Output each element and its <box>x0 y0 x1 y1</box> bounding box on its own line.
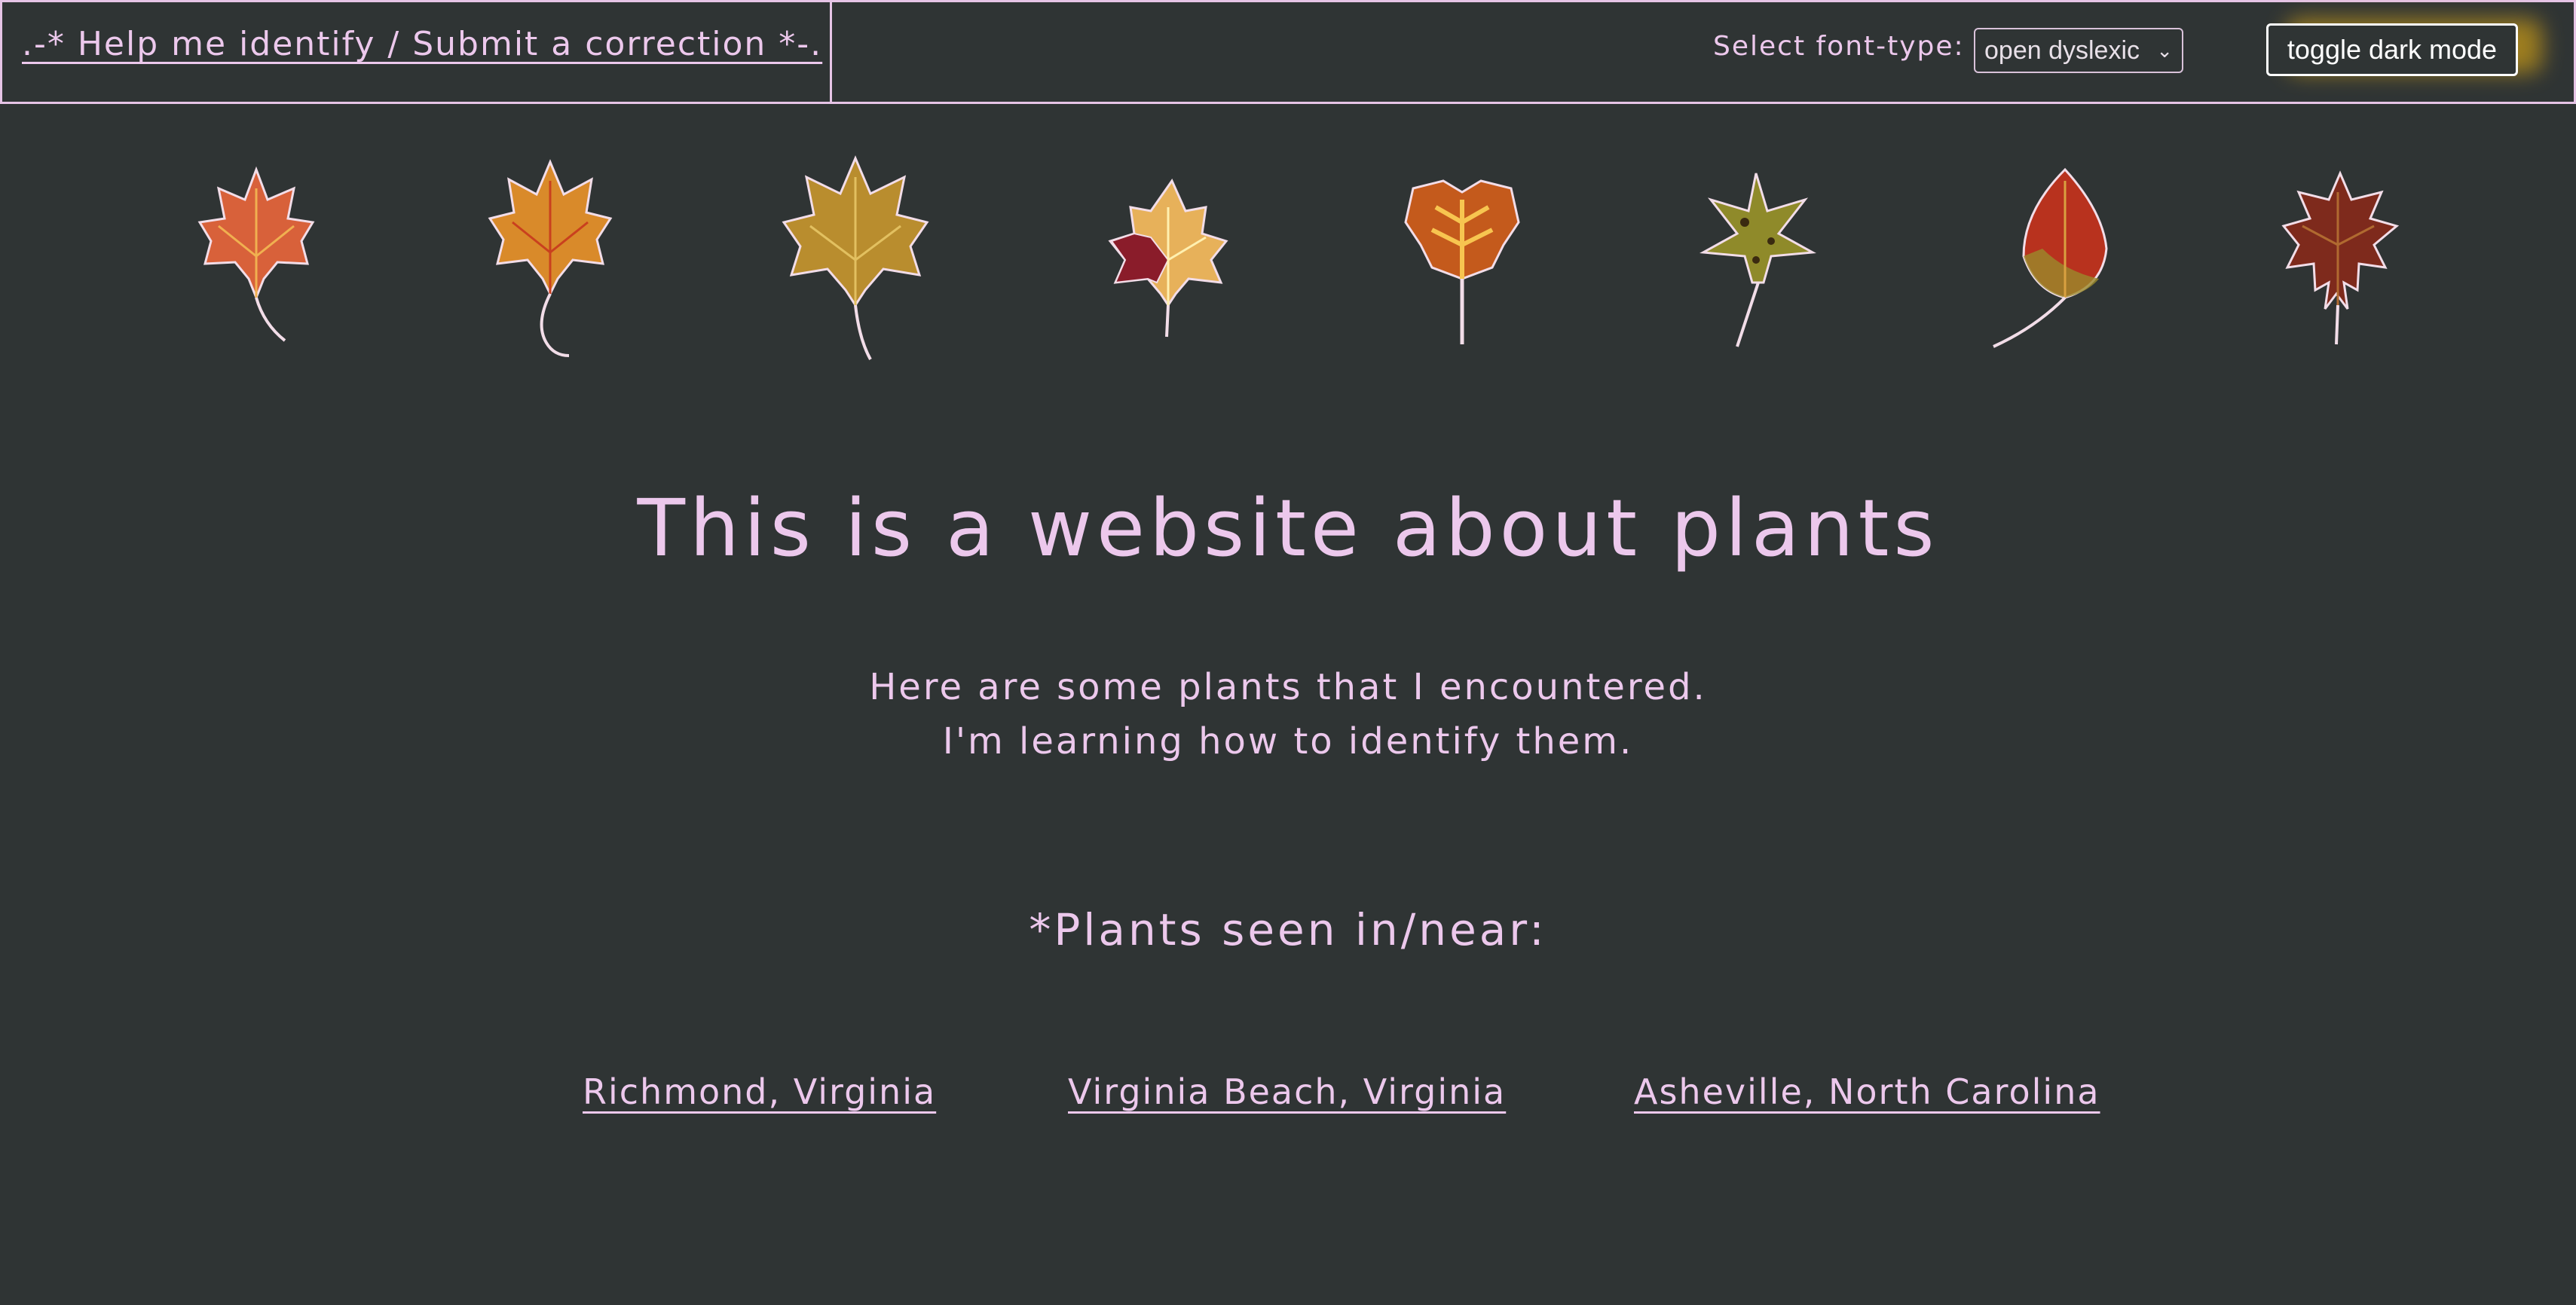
sweetgum-leaf-icon <box>1699 173 1816 347</box>
font-type-selected-value: open dyslexic <box>1984 35 2140 65</box>
help-identify-link[interactable]: .-* Help me identify / Submit a correcti… <box>22 25 822 63</box>
toggle-dark-mode-button[interactable]: toggle dark mode <box>2266 23 2518 76</box>
leaf-banner <box>0 143 2576 369</box>
gum-leaf-icon <box>1993 167 2108 348</box>
oak-leaf-icon <box>2281 170 2400 345</box>
sycamore-leaf-icon <box>1108 178 1228 338</box>
chevron-down-icon: ⌄ <box>2156 38 2173 62</box>
font-type-label: Select font-type: <box>1713 31 1965 62</box>
location-link-asheville[interactable]: Asheville, North Carolina <box>1634 1071 2100 1112</box>
top-bar: .-* Help me identify / Submit a correcti… <box>0 0 2576 104</box>
tulip-poplar-leaf-icon <box>1404 179 1520 344</box>
help-box: .-* Help me identify / Submit a correcti… <box>2 2 832 104</box>
large-maple-leaf-icon <box>782 155 929 360</box>
plants-seen-heading: *Plants seen in/near: <box>1029 904 1547 955</box>
intro-text: Here are some plants that I encountered.… <box>0 660 2576 769</box>
red-maple-leaf-icon <box>197 166 315 342</box>
location-link-richmond[interactable]: Richmond, Virginia <box>583 1071 936 1112</box>
page-title: This is a website about plants <box>637 482 1939 574</box>
intro-line-1: Here are some plants that I encountered. <box>869 666 1707 708</box>
sugar-maple-leaf-icon <box>488 159 613 357</box>
font-type-select[interactable]: open dyslexic ⌄ <box>1974 28 2183 73</box>
location-link-virginia-beach[interactable]: Virginia Beach, Virginia <box>1068 1071 1506 1112</box>
intro-line-2: I'm learning how to identify them. <box>942 720 1634 763</box>
